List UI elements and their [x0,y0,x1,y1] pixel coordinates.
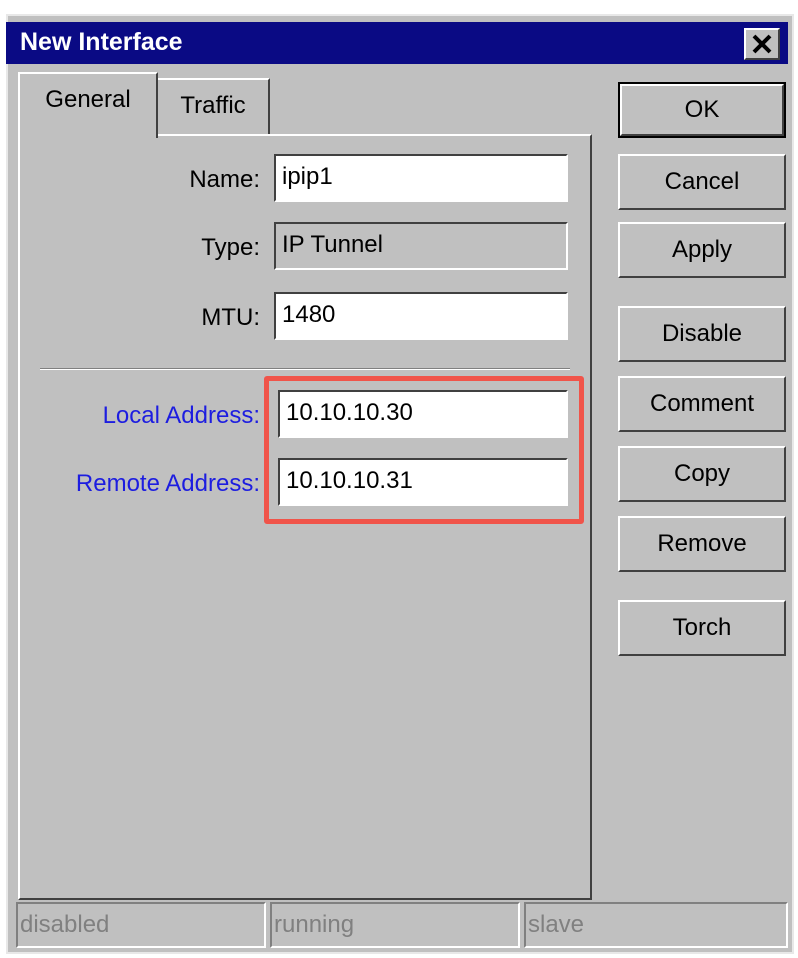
mtu-label: MTU: [201,304,260,331]
tab-traffic-label: Traffic [180,92,246,119]
ok-button[interactable]: OK [618,82,786,138]
apply-button[interactable]: Apply [618,222,786,278]
mtu-input[interactable]: 1480 [274,292,568,340]
tab-general[interactable]: General [18,72,158,138]
address-highlight-box [264,376,584,524]
type-label: Type: [201,234,260,261]
close-button[interactable] [744,28,780,60]
window-title: New Interface [20,28,183,56]
name-input[interactable]: ipip1 [274,154,568,202]
disable-button[interactable]: Disable [618,306,786,362]
status-running: running [270,902,520,948]
title-bar[interactable]: New Interface [6,22,788,64]
remove-button[interactable]: Remove [618,516,786,572]
status-disabled: disabled [16,902,266,948]
copy-button[interactable]: Copy [618,446,786,502]
cancel-button[interactable]: Cancel [618,154,786,210]
close-icon [752,34,772,54]
type-field: IP Tunnel [274,222,568,270]
remote-address-label: Remote Address: [75,470,260,497]
ok-button-label: OK [620,84,784,136]
tab-traffic[interactable]: Traffic [158,78,270,134]
status-slave: slave [524,902,788,948]
comment-button[interactable]: Comment [618,376,786,432]
name-label: Name: [189,166,260,193]
torch-button[interactable]: Torch [618,600,786,656]
tab-general-label: General [45,86,131,113]
local-address-label: Local Address: [102,402,260,429]
section-separator [40,368,570,370]
